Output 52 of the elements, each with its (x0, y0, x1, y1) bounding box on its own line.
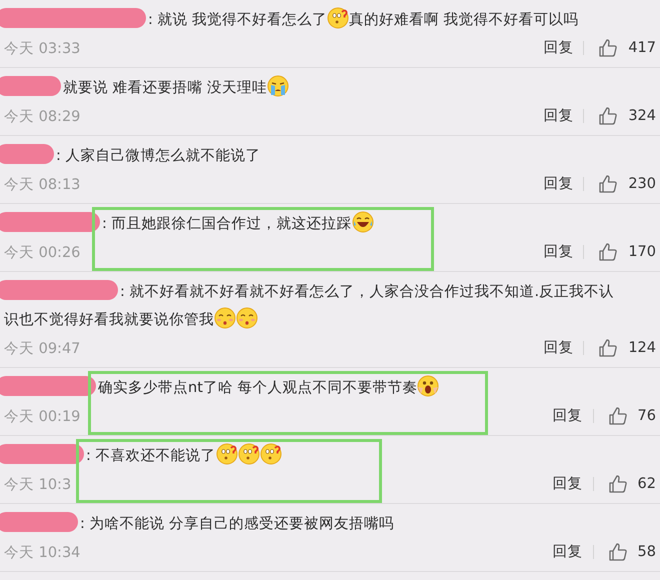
comment-time: 今天 08:29 (4, 108, 82, 126)
thumbs-up-icon[interactable] (608, 406, 628, 426)
comment-time: 今天 03:33 (4, 40, 82, 58)
redacted-username (0, 76, 61, 96)
redacted-username (0, 144, 54, 164)
laughing-face-icon (352, 211, 374, 233)
thumbs-up-icon[interactable] (608, 474, 628, 494)
like-count: 417 (628, 40, 656, 56)
comment-text: : 人家自己微博怎么就不能说了 (56, 148, 260, 164)
like-count: 76 (638, 408, 656, 424)
comment-time: 今天 00:19 (4, 408, 82, 426)
thumbs-up-icon[interactable] (598, 242, 618, 262)
like-count: 124 (628, 340, 656, 356)
comment-time: 今天 10:3 (4, 476, 72, 494)
like-count: 230 (628, 176, 656, 192)
like-count: 324 (628, 108, 656, 124)
reply-link[interactable]: 回复 (543, 41, 584, 55)
comment-time: 今天 00:26 (4, 244, 82, 262)
thumbs-up-icon[interactable] (598, 338, 618, 358)
crying-face-icon (267, 75, 290, 97)
comment-text: 确实多少带点nt了哈 每个人观点不同不要带节奏 (98, 380, 440, 396)
thumbs-up-icon[interactable] (598, 174, 618, 194)
like-count: 170 (628, 244, 656, 260)
reply-link[interactable]: 回复 (543, 245, 584, 259)
confused-face-icon (260, 443, 282, 465)
confused-face-icon (238, 443, 260, 465)
comment-time: 今天 10:34 (4, 544, 82, 562)
like-count: 58 (638, 544, 656, 560)
confused-face-icon (327, 7, 350, 29)
comment-time: 今天 08:13 (4, 176, 82, 194)
confused-face-icon (216, 443, 238, 465)
reply-link[interactable]: 回复 (552, 477, 594, 491)
screaming-face-icon (417, 375, 440, 397)
reply-link[interactable]: 回复 (552, 409, 594, 423)
reply-link[interactable]: 回复 (543, 341, 584, 355)
like-count: 62 (638, 476, 656, 492)
kissing-face-icon (236, 307, 258, 329)
comment-text: : 而且她跟徐仁国合作过，就这还拉踩 (102, 216, 374, 232)
comment-text: 识也不觉得好看我就要说你管我 (4, 312, 258, 328)
comment-text: : 为啥不能说 分享自己的感受还要被网友捂嘴吗 (80, 516, 394, 532)
reply-link[interactable]: 回复 (552, 545, 594, 559)
comment-text: : 就不好看就不好看就不好看怎么了，人家合没合作过我不知道.反正我不认 (120, 284, 614, 300)
comment-text: : 就说 我觉得不好看怎么了 真的好难看啊 我觉得不好看可以吗 (148, 12, 579, 28)
comment-time: 今天 09:47 (4, 340, 82, 358)
comment-text: 就要说 难看还要捂嘴 没天理哇 (63, 80, 290, 96)
thumbs-up-icon[interactable] (608, 542, 628, 562)
comment-text: : 不喜欢还不能说了 (86, 448, 282, 464)
reply-link[interactable]: 回复 (543, 177, 584, 191)
thumbs-up-icon[interactable] (598, 106, 618, 126)
thumbs-up-icon[interactable] (598, 38, 618, 58)
reply-link[interactable]: 回复 (543, 109, 584, 123)
kissing-face-icon (214, 307, 236, 329)
